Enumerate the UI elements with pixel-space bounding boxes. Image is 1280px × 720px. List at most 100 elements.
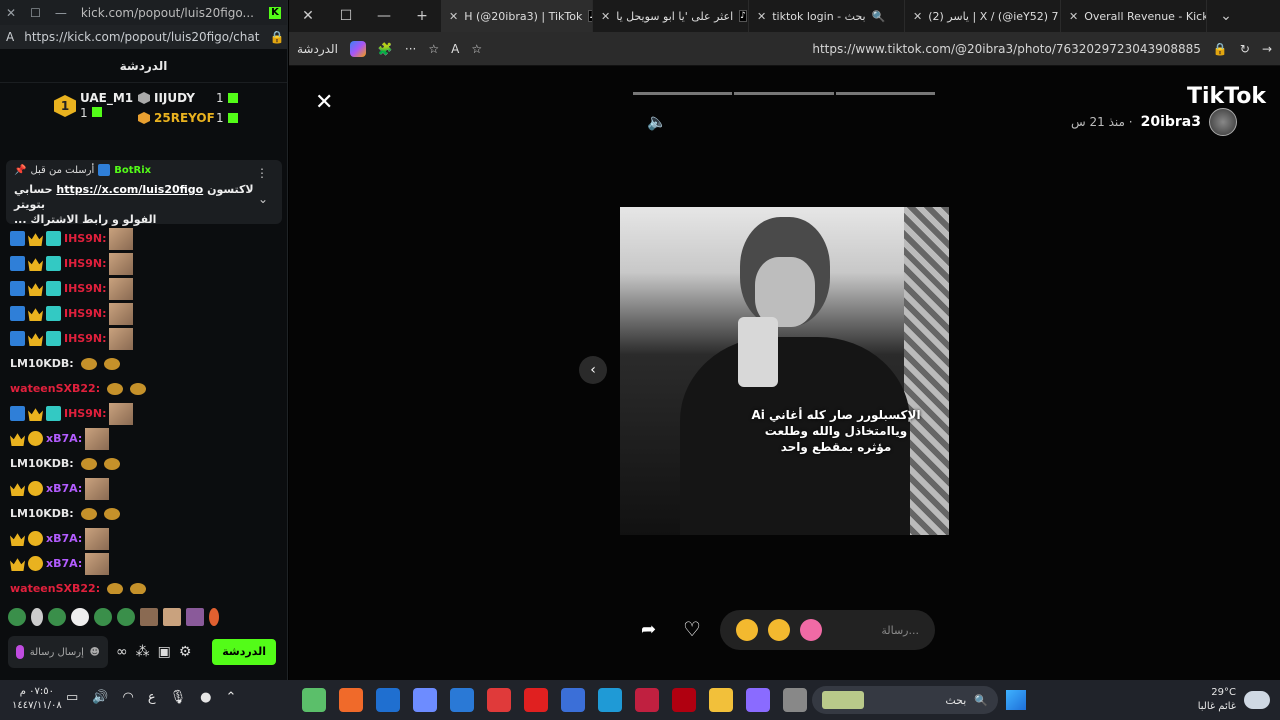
author-name[interactable]: 20ibra3 [1141, 114, 1201, 130]
emoji-flushed-icon[interactable] [736, 619, 758, 641]
refresh-icon[interactable]: ↻ [1240, 42, 1250, 56]
chat-username[interactable]: LM10KDB: [10, 457, 74, 470]
tab-x[interactable]: ✕ (2) ياسر | X / (@ieY52) 7 X [905, 0, 1061, 32]
chevron-up-icon[interactable]: ⌃ [225, 690, 236, 705]
tab-bing-search[interactable]: ✕ tiktok login - بحث 🔍 [749, 0, 905, 32]
outlook-icon[interactable] [376, 688, 400, 712]
tiktok-logo[interactable]: TikTok [1187, 84, 1266, 109]
maximize-icon[interactable]: ☐ [327, 8, 365, 24]
reply-input[interactable]: رسالة... [720, 610, 935, 650]
emote-icon[interactable] [8, 608, 26, 626]
leaderboard-item-2[interactable]: IIJUDY 1 [138, 91, 238, 105]
chat-username[interactable]: xB7A: [46, 432, 82, 445]
infinity-icon[interactable]: ∞ [116, 644, 128, 660]
tab-kick-dashboard[interactable]: ✕ Overall Revenue - Kick D K [1061, 0, 1207, 32]
emote-icon[interactable] [117, 608, 135, 626]
volume-icon[interactable]: 🔊 [92, 690, 108, 705]
chat-message[interactable]: IHS9N: [0, 401, 284, 426]
chat-username[interactable]: IHS9N: [64, 232, 106, 245]
chat-username[interactable]: wateenSXB22: [10, 382, 100, 395]
url-field[interactable]: https://www.tiktok.com/@20ibra3/photo/76… [494, 42, 1201, 56]
favorites-icon[interactable]: ☆ [428, 42, 439, 56]
battery-icon[interactable]: ▭ [66, 690, 78, 705]
gear-icon[interactable]: ⚙ [179, 644, 192, 660]
app-icon[interactable] [413, 688, 437, 712]
avatar[interactable] [1209, 108, 1237, 136]
app-l-icon[interactable] [487, 688, 511, 712]
share-icon[interactable]: ➦ [641, 619, 656, 640]
read-aloud-icon[interactable]: A [451, 42, 459, 56]
chat-message[interactable]: LM10KDB: [0, 451, 284, 476]
app-icon[interactable] [302, 688, 326, 712]
clock[interactable]: ٠٧:٥٠ م ١٤٤٧/١١/٠٨ [12, 685, 62, 713]
app-icon[interactable] [783, 688, 807, 712]
previous-slide-button[interactable]: ‹ [579, 356, 607, 384]
close-tab-icon[interactable]: ✕ [601, 10, 610, 23]
emoji-laugh-icon[interactable] [768, 619, 790, 641]
chat-message[interactable]: IHS9N: [0, 226, 284, 251]
chat-username[interactable]: xB7A: [46, 557, 82, 570]
chat-username[interactable]: xB7A: [46, 482, 82, 495]
close-tab-icon[interactable]: ✕ [913, 10, 922, 23]
emote-icon[interactable] [186, 608, 204, 626]
left-url[interactable]: https://kick.com/popout/luis20figo/chat [24, 30, 259, 44]
leaderboard-item-1[interactable]: 1 UAE_M1 1 [54, 91, 133, 121]
pinned-link[interactable]: https://x.com/luis20figo [56, 183, 203, 196]
close-viewer-icon[interactable]: ✕ [315, 90, 333, 115]
maximize-icon[interactable]: ☐ [30, 6, 41, 20]
emoji-heart-eyes-icon[interactable] [800, 619, 822, 641]
chat-username[interactable]: LM10KDB: [10, 357, 74, 370]
chevron-down-icon[interactable]: ⌄ [258, 192, 268, 206]
chat-message[interactable]: wateenSXB22: [0, 376, 284, 401]
chat-username[interactable]: IHS9N: [64, 407, 106, 420]
chat-username[interactable]: IHS9N: [64, 332, 106, 345]
chat-username[interactable]: LM10KDB: [10, 507, 74, 520]
tab-tiktok-profile[interactable]: ✕ H (@20ibra3) | TikTok ♪ [441, 0, 593, 32]
emote-icon[interactable] [94, 608, 112, 626]
chat-message[interactable]: xB7A: [0, 426, 284, 451]
chat-input[interactable]: إرسال رسالة ☻ [8, 636, 108, 668]
copilot-icon[interactable] [746, 688, 770, 712]
language-indicator[interactable]: ع [148, 690, 156, 705]
minimize-icon[interactable]: — [55, 6, 67, 20]
chat-username[interactable]: IHS9N: [64, 282, 106, 295]
chat-message[interactable]: IHS9N: [0, 276, 284, 301]
more-icon[interactable]: ··· [405, 42, 416, 56]
emote-icon[interactable] [140, 608, 158, 626]
chat-message[interactable]: xB7A: [0, 476, 284, 501]
send-chat-button[interactable]: الدردشة [212, 639, 276, 665]
close-tab-icon[interactable]: ✕ [1069, 10, 1078, 23]
chat-label[interactable]: الدردشة [297, 42, 338, 56]
emote-icon[interactable] [209, 608, 219, 626]
chat-message[interactable]: xB7A: [0, 551, 284, 576]
mic-icon[interactable]: 🎙 [170, 690, 187, 705]
emote-icon[interactable] [163, 608, 181, 626]
chat-message[interactable]: LM10KDB: [0, 351, 284, 376]
netflix-icon[interactable] [672, 688, 696, 712]
emote-icon[interactable] [48, 608, 66, 626]
app-icon[interactable] [635, 688, 659, 712]
mail-icon[interactable] [450, 688, 474, 712]
brave-icon[interactable] [339, 688, 363, 712]
store-icon[interactable] [561, 688, 585, 712]
tab-list-chevron-icon[interactable]: ⌄ [1207, 8, 1245, 24]
tab-tiktok-search[interactable]: ✕ اعثر على 'يا ابو سويحل يا ♪ [593, 0, 749, 32]
chat-message[interactable]: LM10KDB: [0, 501, 284, 526]
add-favorite-icon[interactable]: ☆ [471, 42, 482, 56]
chat-username[interactable]: xB7A: [46, 532, 82, 545]
emote-icon[interactable] [71, 608, 89, 626]
chat-message[interactable]: IHS9N: [0, 251, 284, 276]
taskbar-search[interactable]: بحث 🔍 [812, 686, 998, 714]
emoji-icon[interactable]: ☻ [90, 647, 100, 658]
youtube-icon[interactable] [524, 688, 548, 712]
close-tab-icon[interactable]: ✕ [449, 10, 458, 23]
file-explorer-icon[interactable] [709, 688, 733, 712]
chat-message[interactable]: wateenSXB22: [0, 576, 284, 594]
read-aloud-icon[interactable]: A [6, 30, 14, 44]
weather-widget[interactable]: 29°C غائم غالبا [1198, 686, 1270, 714]
chat-message-list[interactable]: IHS9N: IHS9N: IHS9N: IHS9N: IHS9N: LM10KDB: wa… [0, 226, 284, 594]
new-tab-icon[interactable]: + [403, 8, 441, 24]
lock-icon[interactable]: 🔒 [1213, 42, 1228, 56]
close-window-icon[interactable]: ✕ [289, 8, 327, 24]
chat-username[interactable]: IHS9N: [64, 307, 106, 320]
